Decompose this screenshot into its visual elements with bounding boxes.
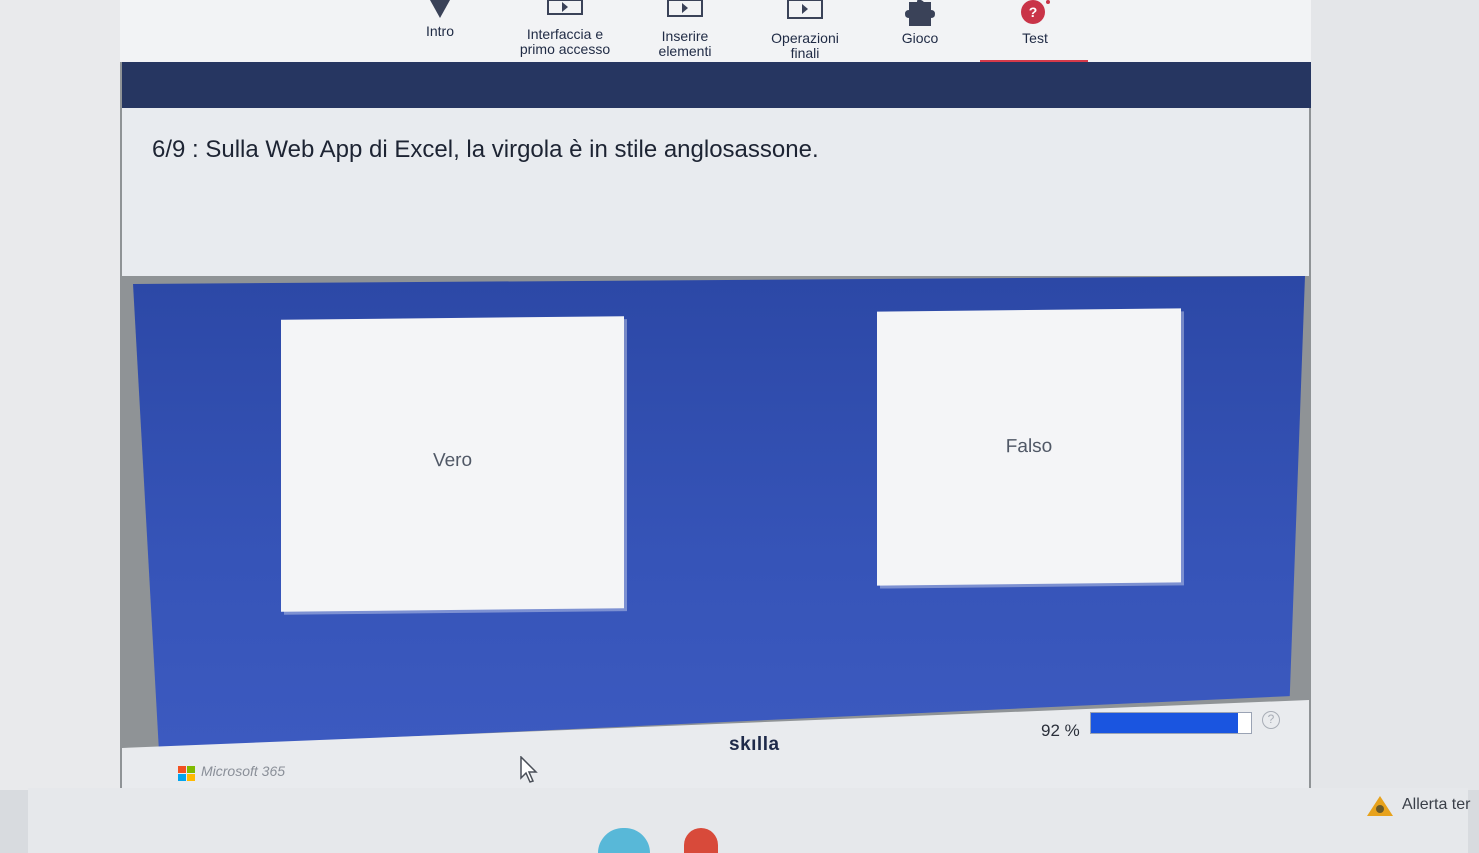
question-text: 6/9 : Sulla Web App di Excel, la virgola…: [152, 136, 819, 163]
svg-text:?: ?: [1029, 4, 1038, 20]
video-icon: [667, 0, 703, 17]
answer-label-vero: Vero: [432, 449, 473, 472]
weather-alert-text: Allerta ter: [1402, 796, 1471, 813]
progress-bar: [1090, 712, 1252, 734]
mouse-cursor-icon: [520, 756, 538, 783]
nav-item-inserire[interactable]: Inserire elementi: [640, 0, 730, 62]
nav-label-interfaccia: Interfaccia e primo accesso: [519, 26, 611, 57]
map-pin-icon: [430, 0, 450, 18]
progress-percentage: 92 %: [1041, 721, 1080, 740]
nav-label-inserire: Inserire elementi: [658, 28, 712, 59]
nav-label-operazioni: Operazioni finali: [771, 30, 839, 61]
weather-alert[interactable]: Allerta ter: [1366, 794, 1470, 818]
answer-label-falso: Falso: [1005, 435, 1053, 458]
nav-item-test[interactable]: ? Test: [990, 0, 1080, 62]
progress-bar-fill: [1091, 713, 1239, 733]
microsoft-365-label: Microsoft 365: [201, 763, 286, 779]
taskbar: [28, 788, 1468, 853]
nav-item-gioco[interactable]: Gioco: [880, 0, 960, 62]
page-margin-right: [1311, 0, 1479, 853]
nav-item-intro[interactable]: Intro: [410, 0, 470, 62]
nav-label-test: Test: [1022, 30, 1048, 46]
microsoft-logo-icon: [178, 766, 196, 782]
nav-item-operazioni[interactable]: Operazioni finali: [755, 0, 855, 62]
nav-label-intro: Intro: [425, 23, 454, 39]
answer-card-falso[interactable]: Falso: [877, 308, 1181, 586]
weather-alert-icon: [1367, 796, 1393, 816]
puzzle-icon: [905, 0, 935, 26]
page-margin-left: [0, 0, 120, 853]
question-bubble-icon: ?: [1021, 0, 1050, 24]
course-navigation: Intro Interfaccia e primo accesso Inseri…: [120, 0, 1311, 62]
help-icon[interactable]: ?: [1262, 711, 1280, 729]
video-icon: [547, 0, 583, 15]
header-band: [122, 62, 1311, 108]
video-icon: [787, 0, 823, 19]
nav-item-interfaccia[interactable]: Interfaccia e primo accesso: [505, 0, 625, 62]
brand-logo-text: skılla: [729, 734, 780, 755]
question-area: 6/9 : Sulla Web App di Excel, la virgola…: [122, 108, 1309, 276]
nav-label-gioco: Gioco: [901, 30, 939, 46]
answer-card-vero[interactable]: Vero: [281, 316, 624, 612]
